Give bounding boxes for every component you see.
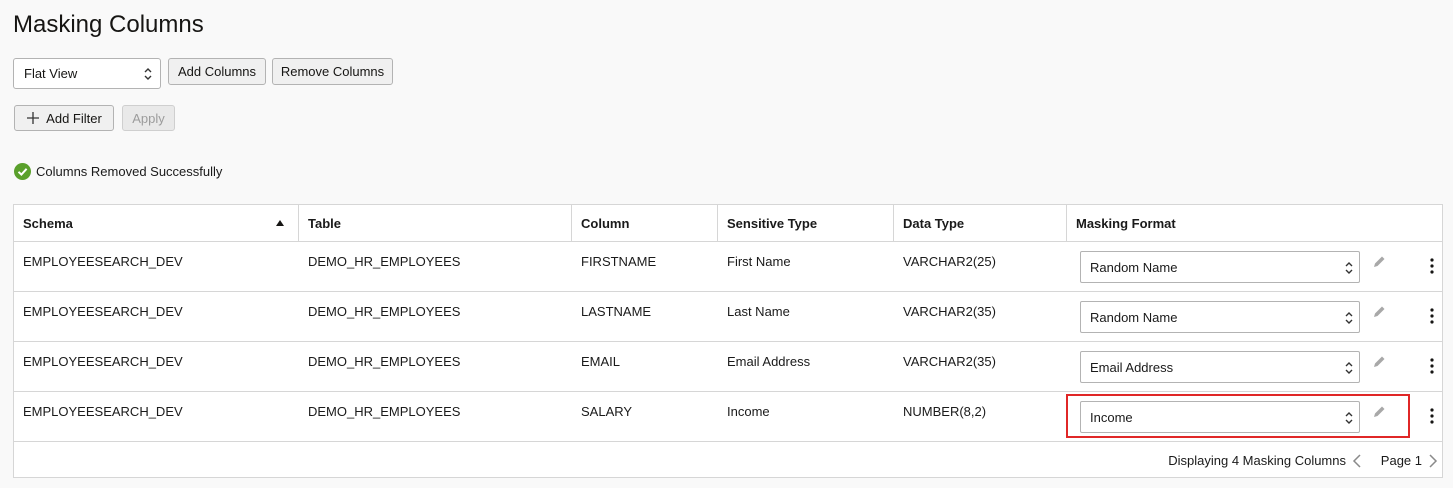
pagination-summary: Displaying 4 Masking Columns [1168, 453, 1346, 468]
cell-schema: EMPLOYEESEARCH_DEV [23, 304, 183, 319]
cell-data-type: VARCHAR2(35) [903, 304, 996, 319]
chevron-updown-icon [1345, 412, 1353, 424]
cell-schema: EMPLOYEESEARCH_DEV [23, 354, 183, 369]
header-masking-format[interactable]: Masking Format [1067, 205, 1442, 241]
header-column[interactable]: Column [572, 205, 718, 241]
masking-format-select[interactable]: Random Name [1080, 301, 1360, 333]
header-table[interactable]: Table [299, 205, 572, 241]
add-filter-label: Add Filter [46, 110, 102, 126]
chevron-left-icon[interactable] [1352, 454, 1362, 468]
masking-format-select[interactable]: Income [1080, 401, 1360, 433]
more-actions-icon[interactable] [1430, 258, 1434, 274]
header-data-type[interactable]: Data Type [894, 205, 1067, 241]
chevron-updown-icon [1345, 312, 1353, 324]
header-sensitive-type[interactable]: Sensitive Type [718, 205, 894, 241]
edit-icon[interactable] [1371, 354, 1387, 370]
view-select-value: Flat View [24, 66, 78, 81]
cell-sensitive-type: Email Address [727, 354, 811, 369]
cell-column: SALARY [581, 404, 633, 419]
cell-table: DEMO_HR_EMPLOYEES [308, 254, 461, 269]
masking-format-value: Random Name [1090, 309, 1178, 325]
cell-column: EMAIL [581, 354, 621, 369]
page-indicator: Page 1 [1380, 453, 1422, 468]
cell-table: DEMO_HR_EMPLOYEES [308, 404, 461, 419]
masking-format-select[interactable]: Email Address [1080, 351, 1360, 383]
edit-icon[interactable] [1371, 304, 1387, 320]
apply-button[interactable]: Apply [122, 105, 175, 131]
table-row[interactable]: EMPLOYEESEARCH_DEV DEMO_HR_EMPLOYEES EMA… [14, 342, 1442, 392]
table-header: Schema Table Column Sensitive Type Data … [14, 205, 1442, 242]
table-row[interactable]: EMPLOYEESEARCH_DEV DEMO_HR_EMPLOYEES LAS… [14, 292, 1442, 342]
masking-format-select[interactable]: Random Name [1080, 251, 1360, 283]
success-message: Columns Removed Successfully [14, 163, 222, 180]
cell-table: DEMO_HR_EMPLOYEES [308, 304, 461, 319]
table-row[interactable]: EMPLOYEESEARCH_DEV DEMO_HR_EMPLOYEES FIR… [14, 242, 1442, 292]
cell-data-type: VARCHAR2(35) [903, 354, 996, 369]
cell-schema: EMPLOYEESEARCH_DEV [23, 404, 183, 419]
table-row[interactable]: EMPLOYEESEARCH_DEV DEMO_HR_EMPLOYEES SAL… [14, 392, 1442, 442]
check-circle-icon [14, 163, 31, 180]
more-actions-icon[interactable] [1430, 308, 1434, 324]
masking-format-value: Email Address [1090, 359, 1174, 375]
cell-column: LASTNAME [581, 304, 652, 319]
edit-icon[interactable] [1371, 404, 1387, 420]
plus-icon [27, 112, 40, 124]
masking-columns-table: Schema Table Column Sensitive Type Data … [13, 204, 1443, 478]
cell-sensitive-type: First Name [727, 254, 791, 269]
cell-data-type: VARCHAR2(25) [903, 254, 996, 269]
cell-sensitive-type: Income [727, 404, 770, 419]
masking-format-value: Random Name [1090, 259, 1178, 275]
view-select[interactable]: Flat View [13, 58, 161, 89]
cell-schema: EMPLOYEESEARCH_DEV [23, 254, 183, 269]
page-title: Masking Columns [13, 11, 204, 38]
more-actions-icon[interactable] [1430, 408, 1434, 424]
success-message-text: Columns Removed Successfully [36, 164, 223, 179]
add-columns-button[interactable]: Add Columns [168, 58, 266, 85]
cell-sensitive-type: Last Name [727, 304, 790, 319]
chevron-updown-icon [144, 67, 152, 80]
cell-table: DEMO_HR_EMPLOYEES [308, 354, 461, 369]
chevron-right-icon[interactable] [1428, 454, 1438, 468]
masking-format-value: Income [1090, 409, 1133, 425]
header-schema-label: Schema [23, 215, 73, 231]
cell-column: FIRSTNAME [581, 254, 657, 269]
chevron-updown-icon [1345, 362, 1353, 374]
add-filter-button[interactable]: Add Filter [14, 105, 114, 131]
table-footer: Displaying 4 Masking Columns Page 1 [14, 443, 1442, 479]
more-actions-icon[interactable] [1430, 358, 1434, 374]
header-schema[interactable]: Schema [14, 205, 299, 241]
edit-icon[interactable] [1371, 254, 1387, 270]
cell-data-type: NUMBER(8,2) [903, 404, 987, 419]
remove-columns-button[interactable]: Remove Columns [272, 58, 393, 85]
sort-ascending-icon[interactable] [276, 220, 284, 226]
chevron-updown-icon [1345, 262, 1353, 274]
